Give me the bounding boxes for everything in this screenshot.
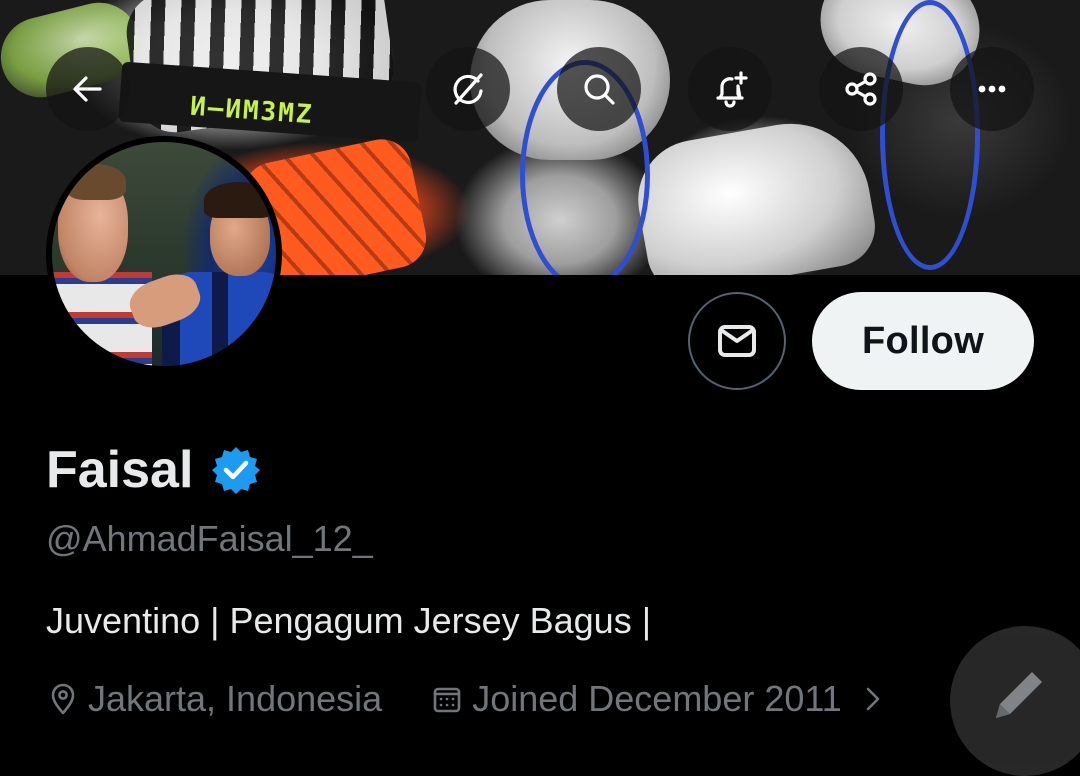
grok-icon (453, 73, 483, 105)
profile-handle: @AhmadFaisal_12_ (46, 518, 373, 559)
location-pin-icon (51, 683, 75, 715)
profile-location-text: Jakarta, Indonesia (88, 678, 383, 719)
mail-icon (718, 325, 756, 357)
chevron-right-icon (866, 687, 880, 711)
search-button[interactable] (557, 47, 641, 131)
avatar-figure-hair (66, 164, 126, 200)
notify-button[interactable] (688, 47, 772, 131)
share-icon (845, 72, 877, 106)
profile-name: Faisal (46, 441, 194, 499)
verified-badge-icon[interactable] (211, 445, 261, 495)
profile-name-row: Faisal (46, 440, 261, 500)
message-button[interactable] (688, 292, 786, 390)
profile-meta: Jakarta, Indonesia Joined December 2011 (46, 678, 890, 720)
avatar[interactable] (46, 136, 282, 372)
grok-button[interactable] (426, 47, 510, 131)
profile-joined-text: Joined December 2011 (472, 678, 842, 719)
avatar-figure-hair (204, 182, 274, 218)
more-horizontal-icon (978, 85, 1006, 93)
profile-bio: Juventino | Pengagum Jersey Bagus | (46, 600, 652, 641)
compose-pencil-icon (996, 672, 1042, 718)
more-button[interactable] (950, 47, 1034, 131)
compose-button[interactable] (950, 626, 1080, 776)
bell-plus-icon (716, 71, 748, 108)
profile-joined[interactable]: Joined December 2011 (382, 678, 890, 720)
calendar-icon (433, 687, 461, 713)
arrow-left-icon (73, 76, 102, 102)
back-button[interactable] (46, 47, 130, 131)
avatar-image (52, 142, 276, 366)
share-button[interactable] (819, 47, 903, 131)
follow-button[interactable]: Follow (812, 292, 1034, 390)
search-icon (584, 74, 615, 105)
banner-white-shoe (628, 111, 882, 275)
profile-location: Jakarta, Indonesia (46, 678, 382, 720)
banner-lace (880, 0, 980, 270)
